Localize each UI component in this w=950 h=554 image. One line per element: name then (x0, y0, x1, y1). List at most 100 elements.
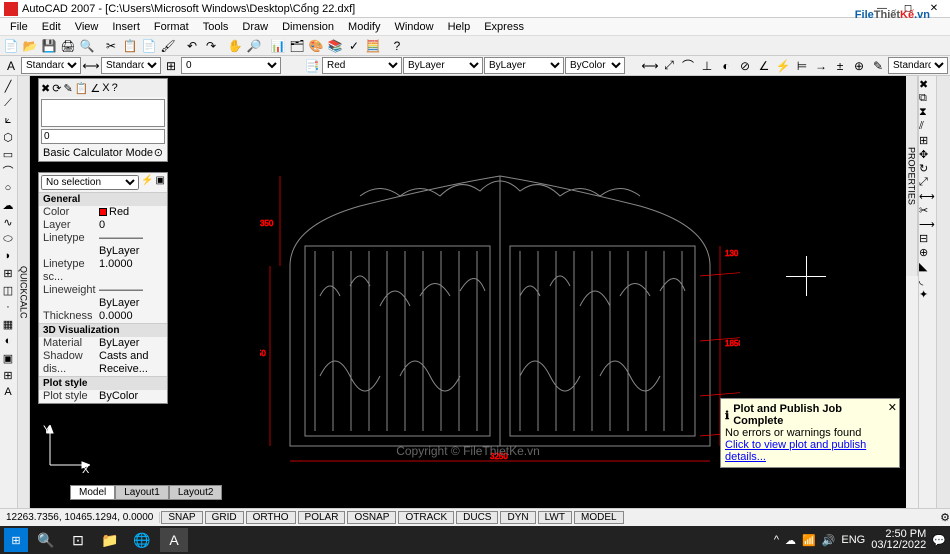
notif-link[interactable]: Click to view plot and publish details..… (725, 439, 866, 463)
sheetset-icon[interactable]: 📚 (326, 37, 344, 55)
mode-lwt[interactable]: LWT (538, 511, 572, 524)
trim-icon[interactable]: ✂ (919, 204, 936, 217)
arc-icon[interactable]: ⌒ (0, 163, 16, 179)
toolpalette-icon[interactable]: 🎨 (307, 37, 325, 55)
region-icon[interactable]: ▣ (0, 350, 16, 366)
calc-angle-icon[interactable]: ∠ (90, 82, 100, 95)
plot-preview-icon[interactable]: 🔍 (78, 37, 96, 55)
props-row[interactable]: ColorRed (39, 206, 167, 219)
notif-close-icon[interactable]: ✕ (888, 401, 897, 414)
tray-notif-icon[interactable]: 💬 (932, 534, 946, 547)
dim-aligned-icon[interactable]: ⤢ (660, 57, 678, 75)
search-icon[interactable]: 🔍 (32, 528, 60, 552)
mode-polar[interactable]: POLAR (298, 511, 346, 524)
tray-volume-icon[interactable]: 🔊 (822, 534, 836, 547)
properties-panel[interactable]: No selection ⚡ ▣ GeneralColorRedLayer0Li… (38, 172, 168, 404)
text-icon[interactable]: A (0, 384, 16, 400)
circle-icon[interactable]: ○ (0, 180, 16, 196)
mode-model[interactable]: MODEL (574, 511, 624, 524)
dim-quick-icon[interactable]: ⚡ (774, 57, 792, 75)
color-select[interactable]: Red (322, 57, 402, 74)
scale-icon[interactable]: ⤢ (919, 176, 936, 189)
mode-osnap[interactable]: OSNAP (347, 511, 396, 524)
mode-dyn[interactable]: DYN (500, 511, 535, 524)
calc-var-icon[interactable]: X (102, 82, 109, 94)
redo-icon[interactable]: ↷ (202, 37, 220, 55)
menu-modify[interactable]: Modify (342, 20, 386, 34)
menu-insert[interactable]: Insert (106, 20, 146, 34)
props-section[interactable]: Plot style (39, 376, 167, 390)
quickcalc-panel[interactable]: ✖ ⟳ ✎ 📋 ∠ X ? 0 Basic Calculator Mode⊙ (38, 78, 168, 162)
menu-file[interactable]: File (4, 20, 34, 34)
stretch-icon[interactable]: ⟷ (919, 190, 936, 203)
gradient-icon[interactable]: ◐ (0, 333, 16, 349)
dim-tol-icon[interactable]: ± (831, 57, 849, 75)
break-icon[interactable]: ⊟ (919, 232, 936, 245)
dim-center-icon[interactable]: ⊕ (850, 57, 868, 75)
insert-icon[interactable]: ⊞ (0, 265, 16, 281)
drawing-canvas[interactable]: ✖ ⟳ ✎ 📋 ∠ X ? 0 Basic Calculator Mode⊙ N… (30, 76, 906, 508)
props-row[interactable]: Linetype sc...1.0000 (39, 258, 167, 284)
start-button[interactable]: ⊞ (4, 528, 28, 552)
menu-edit[interactable]: Edit (36, 20, 67, 34)
extend-icon[interactable]: ⟶ (919, 218, 936, 231)
copy-obj-icon[interactable]: ⧉ (919, 92, 936, 105)
dim-linear-icon[interactable]: ⟷ (641, 57, 659, 75)
calc-paste-icon[interactable]: 📋 (75, 82, 89, 95)
calculator-icon[interactable]: 🧮 (364, 37, 382, 55)
dim-angular-icon[interactable]: ∠ (755, 57, 773, 75)
mode-grid[interactable]: GRID (205, 511, 244, 524)
props-row[interactable]: Plot styleByColor (39, 390, 167, 403)
tab-layout1[interactable]: Layout1 (115, 485, 169, 500)
explode-icon[interactable]: ✦ (919, 288, 936, 301)
props-row[interactable]: Linetype———— ByLayer (39, 232, 167, 258)
explorer-icon[interactable]: 📁 (96, 528, 124, 552)
chrome-icon[interactable]: 🌐 (128, 528, 156, 552)
selectobj-icon[interactable]: ▣ (156, 175, 165, 190)
props-row[interactable]: MaterialByLayer (39, 337, 167, 350)
taskview-icon[interactable]: ⊡ (64, 528, 92, 552)
scrollbar-vertical[interactable] (936, 76, 950, 508)
markup-icon[interactable]: ✓ (345, 37, 363, 55)
tab-model[interactable]: Model (70, 485, 115, 500)
hatch-icon[interactable]: ▦ (0, 316, 16, 332)
dim-dia-icon[interactable]: ⊘ (736, 57, 754, 75)
tray-lang[interactable]: ENG (841, 534, 865, 546)
calc-expand-icon[interactable]: ⊙ (154, 146, 163, 159)
textstyle-select[interactable]: Standard (21, 57, 81, 74)
dim-edit-icon[interactable]: ✎ (869, 57, 887, 75)
paste-icon[interactable]: 📄 (140, 37, 158, 55)
menu-window[interactable]: Window (388, 20, 439, 34)
rectangle-icon[interactable]: ▭ (0, 146, 16, 162)
mode-snap[interactable]: SNAP (161, 511, 202, 524)
props-section[interactable]: 3D Visualization (39, 323, 167, 337)
quickcalc-label[interactable]: QUICKCALC (18, 76, 30, 508)
calc-display[interactable] (41, 99, 165, 127)
offset-icon[interactable]: ⫽ (919, 120, 936, 133)
help-icon[interactable]: ? (388, 37, 406, 55)
taskbar-clock[interactable]: 2:50 PM03/12/2022 (871, 529, 926, 551)
open-icon[interactable]: 📂 (21, 37, 39, 55)
menu-tools[interactable]: Tools (197, 20, 235, 34)
designcenter-icon[interactable]: 🗂 (288, 37, 306, 55)
calc-clear-icon[interactable]: ✖ (41, 82, 50, 95)
fillet-icon[interactable]: ◟ (919, 274, 936, 287)
mode-ortho[interactable]: ORTHO (246, 511, 296, 524)
print-icon[interactable]: 🖨 (59, 37, 77, 55)
status-tool-icon[interactable]: ⚙ (940, 511, 950, 524)
layer-tool-icon[interactable]: 📑 (303, 57, 321, 75)
properties-icon[interactable]: 📊 (269, 37, 287, 55)
chamfer-icon[interactable]: ◣ (919, 260, 936, 273)
calc-history-icon[interactable]: ⟳ (52, 82, 61, 95)
mode-otrack[interactable]: OTRACK (398, 511, 454, 524)
layer-select[interactable]: 0 (181, 57, 281, 74)
polyline-icon[interactable]: ⟀ (0, 112, 16, 128)
rotate-icon[interactable]: ↻ (919, 162, 936, 175)
properties-label[interactable]: PROPERTIES (906, 76, 918, 276)
revcloud-icon[interactable]: ☁ (0, 197, 16, 213)
selection-dropdown[interactable]: No selection (41, 175, 139, 190)
props-section[interactable]: General (39, 192, 167, 206)
menu-format[interactable]: Format (148, 20, 195, 34)
undo-icon[interactable]: ↶ (183, 37, 201, 55)
erase-icon[interactable]: ✖ (919, 78, 936, 91)
